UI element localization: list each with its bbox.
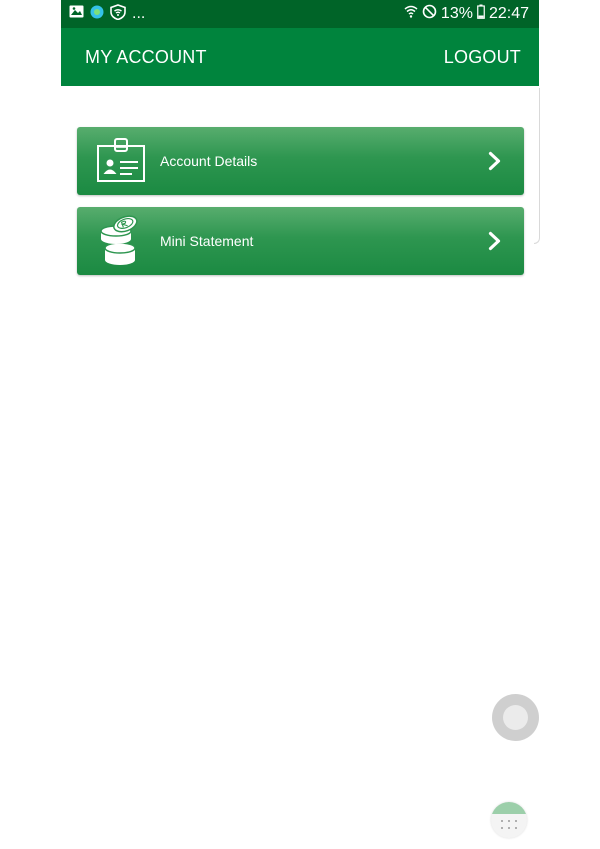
status-overflow: ... [132,5,146,22]
battery-percent: 13% [440,5,473,22]
floating-widget-icon[interactable] [491,802,527,838]
shield-wifi-icon [110,3,126,25]
coin-stack-icon [93,213,149,269]
account-details-label: Account Details [160,153,258,169]
battery-icon [477,4,485,24]
scroll-edge [534,88,540,244]
assistive-touch-icon[interactable] [492,694,539,741]
status-bar: ... 13% 22:47 [61,0,539,28]
id-badge-icon [93,133,149,189]
block-icon [422,4,437,24]
image-icon [69,5,84,23]
widget-dots-icon [501,820,517,829]
chevron-right-icon [488,231,502,251]
wifi-icon [404,4,418,24]
assistive-touch-center [503,705,528,730]
mini-statement-label: Mini Statement [160,233,254,249]
widget-header [491,802,527,814]
logout-button[interactable]: LOGOUT [444,47,521,68]
account-details-button[interactable]: Account Details [77,127,524,195]
mini-statement-button[interactable]: Mini Statement [77,207,524,275]
status-left: ... [69,3,146,25]
app-bar: MY ACCOUNT LOGOUT [61,28,539,86]
status-right: 13% 22:47 [404,4,529,24]
clock: 22:47 [488,5,529,22]
page-title: MY ACCOUNT [85,46,207,67]
dot-icon [90,5,104,24]
chevron-right-icon [488,151,502,171]
